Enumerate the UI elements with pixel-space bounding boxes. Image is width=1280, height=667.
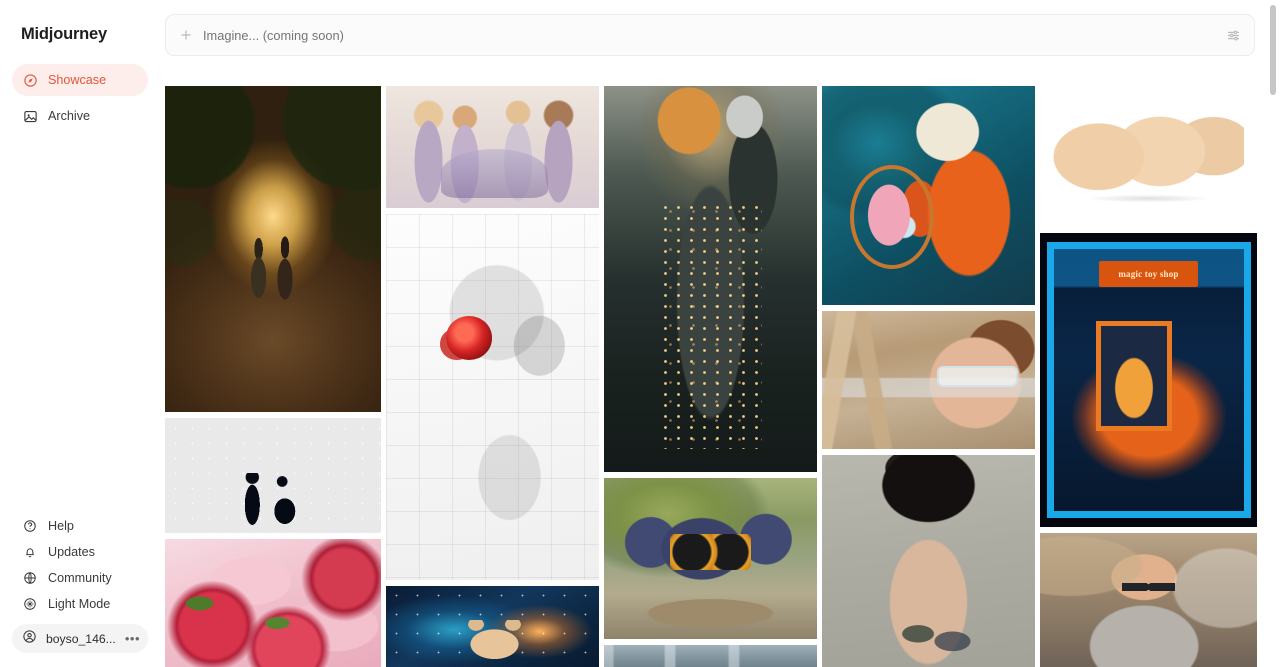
- scrollbar-thumb[interactable]: [1270, 5, 1276, 95]
- sidebar-item-showcase[interactable]: Showcase: [12, 64, 148, 96]
- artwork-robot-blueprint: [386, 214, 599, 580]
- gallery-column-3: [604, 86, 817, 667]
- compass-icon: [22, 72, 38, 88]
- gallery-tile[interactable]: [1040, 86, 1257, 227]
- artwork-blue-columns-street: [604, 645, 817, 667]
- artwork-riders: [165, 86, 381, 412]
- main-content: magic toy shop: [160, 0, 1280, 667]
- image-gallery-grid: magic toy shop: [165, 86, 1257, 667]
- gallery-tile[interactable]: [386, 586, 599, 667]
- gallery-tile[interactable]: [165, 418, 381, 533]
- gallery-tile[interactable]: [165, 539, 381, 667]
- gallery-tile[interactable]: [822, 86, 1035, 305]
- sidebar-item-help[interactable]: Help: [12, 513, 148, 539]
- artwork-champagne-toast: [386, 86, 599, 208]
- sidebar-item-archive[interactable]: Archive: [12, 100, 148, 132]
- sun-icon: [22, 596, 38, 612]
- artwork-space-kitten: [386, 586, 599, 667]
- artwork-sign-text: magic toy shop: [1098, 260, 1199, 288]
- gallery-tile[interactable]: [604, 478, 817, 639]
- gallery-column-1: [165, 86, 381, 667]
- gallery-tile[interactable]: [604, 645, 817, 667]
- top-bar: [160, 0, 1280, 70]
- image-icon: [22, 108, 38, 124]
- gallery-tile[interactable]: [386, 214, 599, 580]
- user-circle-icon: [22, 629, 37, 649]
- artwork-marrow-bones: [1040, 86, 1257, 227]
- gallery-tile[interactable]: [604, 86, 817, 472]
- artwork-man-sunglasses: [1040, 533, 1257, 667]
- sidebar-item-label: Updates: [48, 545, 95, 559]
- ellipsis-icon[interactable]: •••: [125, 632, 140, 645]
- gallery-tile[interactable]: [822, 311, 1035, 449]
- question-circle-icon: [22, 518, 38, 534]
- sidebar-item-updates[interactable]: Updates: [12, 539, 148, 565]
- artwork-strawberry-cupcakes: [165, 539, 381, 667]
- artwork-jumping-spider: [604, 478, 817, 639]
- vertical-scrollbar[interactable]: [1266, 0, 1280, 667]
- globe-icon: [22, 570, 38, 586]
- sidebar-item-label: Light Mode: [48, 597, 111, 611]
- gallery-tile[interactable]: magic toy shop: [1040, 233, 1257, 527]
- sidebar-item-label: Showcase: [48, 73, 107, 87]
- sidebar-item-light-mode[interactable]: Light Mode: [12, 591, 148, 617]
- sidebar-secondary-nav: Help Updates Community Light Mode boyso_…: [0, 513, 160, 667]
- sidebar-item-label: Help: [48, 519, 74, 533]
- artwork-armored-unicorn: [604, 86, 817, 472]
- artwork-starry-dance: [165, 418, 381, 533]
- imagine-prompt-bar[interactable]: [165, 14, 1255, 56]
- gallery-tile[interactable]: [1040, 533, 1257, 667]
- gallery-tile[interactable]: [386, 86, 599, 208]
- app-brand-title: Midjourney: [21, 25, 108, 43]
- sidebar-item-label: Community: [48, 571, 112, 585]
- sliders-icon[interactable]: [1226, 28, 1241, 43]
- app-root: Midjourney Showcase Archive Help Updates…: [0, 0, 1280, 667]
- plus-icon[interactable]: [179, 28, 193, 42]
- sidebar-primary-nav: Showcase Archive: [0, 56, 160, 136]
- user-name-label: boyso_146...: [46, 631, 116, 646]
- gallery-column-5: magic toy shop: [1040, 86, 1257, 667]
- gallery-column-4: [822, 86, 1035, 667]
- sidebar-item-community[interactable]: Community: [12, 565, 148, 591]
- gallery-tile[interactable]: [822, 455, 1035, 667]
- gallery-tile[interactable]: [165, 86, 381, 412]
- sidebar-item-label: Archive: [48, 109, 90, 123]
- artwork-tattooed-back: [822, 455, 1035, 667]
- sidebar: Midjourney Showcase Archive Help Updates…: [0, 0, 160, 667]
- user-account-button[interactable]: boyso_146... •••: [12, 624, 148, 653]
- gallery-column-2: [386, 86, 599, 667]
- bell-icon: [22, 544, 38, 560]
- artwork-astronaut: [822, 86, 1035, 305]
- search-input[interactable]: [203, 27, 1216, 43]
- artwork-woman-goggles: [822, 311, 1035, 449]
